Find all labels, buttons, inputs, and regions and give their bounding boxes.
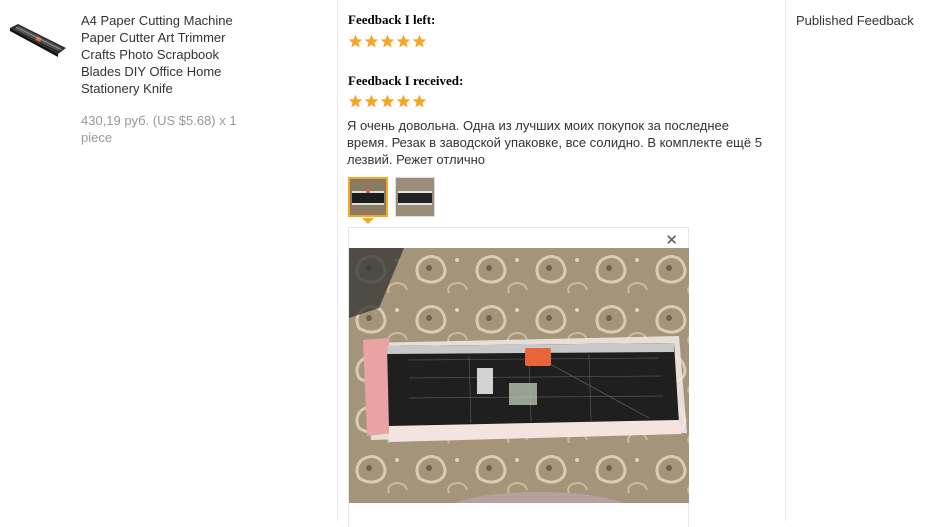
review-photo[interactable] (349, 248, 689, 503)
feedback-left-heading: Feedback I left: (348, 12, 436, 27)
star-icon (364, 94, 379, 108)
photo-thumbnail-1[interactable] (348, 177, 388, 217)
feedback-left-rating (348, 34, 427, 49)
column-divider-left (337, 0, 338, 521)
product-price: 430,19 руб. (US $5.68) x 1 piece (81, 113, 237, 145)
review-text: Я очень довольна. Одна из лучших моих по… (347, 118, 762, 167)
photo-thumbnail-2[interactable] (395, 177, 435, 217)
star-icon (396, 94, 411, 108)
product-thumbnail[interactable] (8, 20, 68, 60)
feedback-received-rating (348, 94, 427, 109)
photo-thumbnail-image (396, 178, 434, 216)
photo-preview-panel: ✕ (348, 227, 689, 527)
star-icon (348, 94, 363, 108)
star-icon (412, 94, 427, 108)
star-icon (380, 94, 395, 108)
active-thumbnail-pointer (362, 218, 374, 224)
feedback-received-heading: Feedback I received: (348, 73, 464, 88)
star-icon (380, 34, 395, 48)
star-icon (396, 34, 411, 48)
star-icon (348, 34, 363, 48)
star-icon (412, 34, 427, 48)
photo-thumbnail-image (350, 179, 386, 215)
column-divider-right (785, 0, 786, 521)
star-icon (364, 34, 379, 48)
published-feedback-status: Published Feedback (796, 13, 914, 28)
product-title[interactable]: A4 Paper Cutting Machine Paper Cutter Ar… (81, 12, 256, 97)
